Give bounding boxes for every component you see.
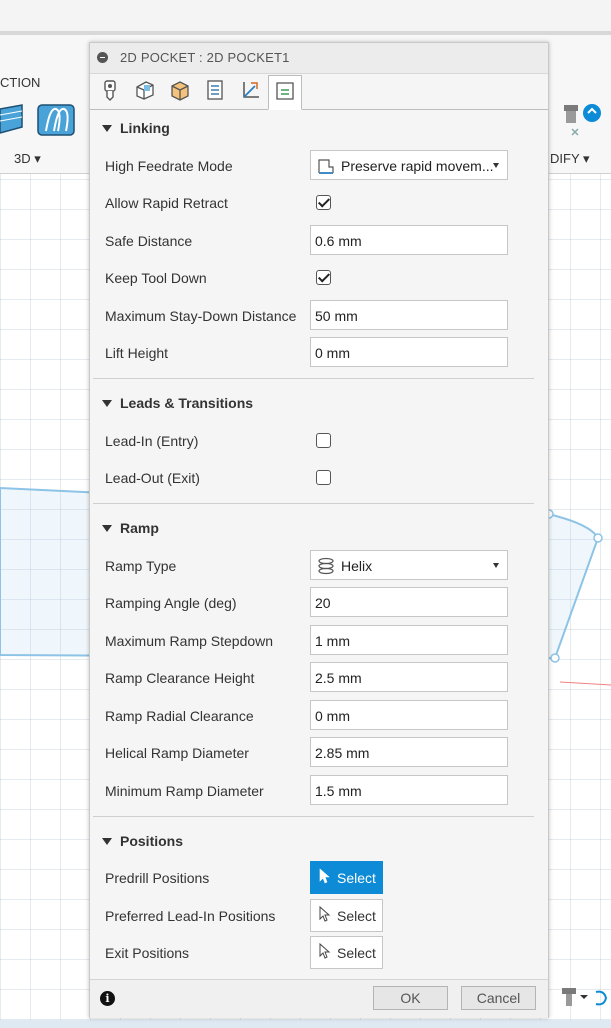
dialog-title: 2D POCKET : 2D POCKET1: [120, 50, 290, 65]
tab-linking[interactable]: [268, 75, 302, 110]
ramp-type-value: Helix: [341, 558, 373, 574]
helical-ramp-diameter-input[interactable]: 2.85 mm: [310, 737, 508, 767]
safe-distance-input[interactable]: 0.6 mm: [310, 225, 508, 255]
dialog-tabs: [90, 74, 548, 110]
min-ramp-diameter-label: Minimum Ramp Diameter: [105, 783, 264, 799]
cursor-icon: [319, 868, 331, 887]
allow-rapid-retract-label: Allow Rapid Retract: [105, 195, 228, 211]
lead-in-checkbox[interactable]: [316, 433, 331, 448]
predrill-positions-label: Predrill Positions: [105, 870, 210, 886]
tab-geometry[interactable]: [128, 75, 162, 108]
max-ramp-stepdown-label: Maximum Ramp Stepdown: [105, 633, 274, 649]
modify-menu[interactable]: DIFY ▾: [550, 151, 590, 167]
ok-button[interactable]: OK: [373, 986, 448, 1010]
high-feedrate-mode-label: High Feedrate Mode: [105, 158, 233, 174]
min-ramp-diameter-input[interactable]: 1.5 mm: [310, 775, 508, 805]
cursor-icon: [319, 905, 331, 925]
status-bar: [0, 1020, 611, 1028]
modify-tool-icon[interactable]: [562, 101, 606, 144]
tab-heights[interactable]: [163, 75, 197, 108]
lift-height-input[interactable]: 0 mm: [310, 337, 508, 367]
tab-tool[interactable]: [93, 75, 127, 108]
section-divider: [93, 503, 534, 504]
3d-menu[interactable]: 3D ▾: [14, 151, 41, 167]
tab-passes[interactable]: [198, 75, 232, 108]
keep-tool-down-checkbox[interactable]: [316, 270, 331, 285]
rapid-move-icon: [317, 157, 335, 178]
collapse-icon[interactable]: [97, 52, 108, 63]
preferred-lead-in-label: Preferred Lead-In Positions: [105, 908, 276, 924]
max-ramp-stepdown-input[interactable]: 1 mm: [310, 625, 508, 655]
chevron-down-icon: [493, 563, 499, 568]
allow-rapid-retract-checkbox[interactable]: [316, 195, 331, 210]
linking-icon: [274, 80, 296, 105]
section-divider: [93, 378, 534, 379]
tool-icon: [100, 79, 120, 104]
tab-axis[interactable]: [233, 75, 267, 108]
dialog-titlebar[interactable]: 2D POCKET : 2D POCKET1: [90, 43, 548, 74]
preferred-lead-in-select-button[interactable]: Select: [310, 899, 383, 932]
linking-section-header[interactable]: Linking: [102, 120, 170, 136]
ramping-angle-input[interactable]: 20: [310, 587, 508, 617]
ramp-radial-clearance-label: Ramp Radial Clearance: [105, 708, 254, 724]
max-stay-down-label: Maximum Stay-Down Distance: [105, 308, 297, 324]
exit-positions-label: Exit Positions: [105, 945, 190, 961]
tool-holder-icon[interactable]: [560, 986, 610, 1011]
info-icon[interactable]: i: [100, 991, 115, 1006]
helical-ramp-diameter-label: Helical Ramp Diameter: [105, 745, 249, 761]
positions-section-header[interactable]: Positions: [102, 833, 183, 849]
geometry-icon: [134, 79, 156, 104]
cursor-icon: [319, 942, 331, 962]
face-tool-icon[interactable]: [0, 101, 26, 142]
exit-select-button[interactable]: Select: [310, 936, 383, 969]
heights-icon: [169, 79, 191, 104]
ramping-angle-label: Ramping Angle (deg): [105, 595, 237, 611]
passes-icon: [204, 79, 226, 104]
chevron-down-icon: [493, 163, 499, 168]
lead-out-checkbox[interactable]: [316, 470, 331, 485]
section-divider: [93, 816, 534, 817]
contour-tool-icon[interactable]: [36, 101, 78, 142]
max-stay-down-input[interactable]: 50 mm: [310, 300, 508, 330]
cancel-button[interactable]: Cancel: [461, 986, 536, 1010]
ribbon-section-label: CTION: [0, 75, 41, 90]
axis-icon: [239, 79, 261, 104]
predrill-select-button[interactable]: Select: [310, 861, 383, 894]
safe-distance-label: Safe Distance: [105, 233, 193, 249]
keep-tool-down-label: Keep Tool Down: [105, 270, 207, 286]
lead-in-label: Lead-In (Entry): [105, 433, 199, 449]
top-bar: [0, 0, 611, 31]
ramp-radial-clearance-input[interactable]: 0 mm: [310, 700, 508, 730]
high-feedrate-mode-dropdown[interactable]: Preserve rapid movem...: [310, 150, 508, 180]
ramp-type-dropdown[interactable]: Helix: [310, 550, 508, 580]
ramp-section-header[interactable]: Ramp: [102, 520, 159, 536]
leads-section-header[interactable]: Leads & Transitions: [102, 395, 253, 411]
2d-pocket-dialog: 2D POCKET : 2D POCKET1 Linking High Feed…: [89, 42, 549, 1018]
dialog-footer: i OK Cancel: [90, 979, 548, 1018]
ramp-clearance-height-label: Ramp Clearance Height: [105, 670, 255, 686]
high-feedrate-mode-value: Preserve rapid movem...: [341, 158, 494, 174]
helix-icon: [317, 557, 335, 578]
ramp-type-label: Ramp Type: [105, 558, 177, 574]
lead-out-label: Lead-Out (Exit): [105, 470, 200, 486]
ramp-clearance-height-input[interactable]: 2.5 mm: [310, 662, 508, 692]
lift-height-label: Lift Height: [105, 345, 169, 361]
